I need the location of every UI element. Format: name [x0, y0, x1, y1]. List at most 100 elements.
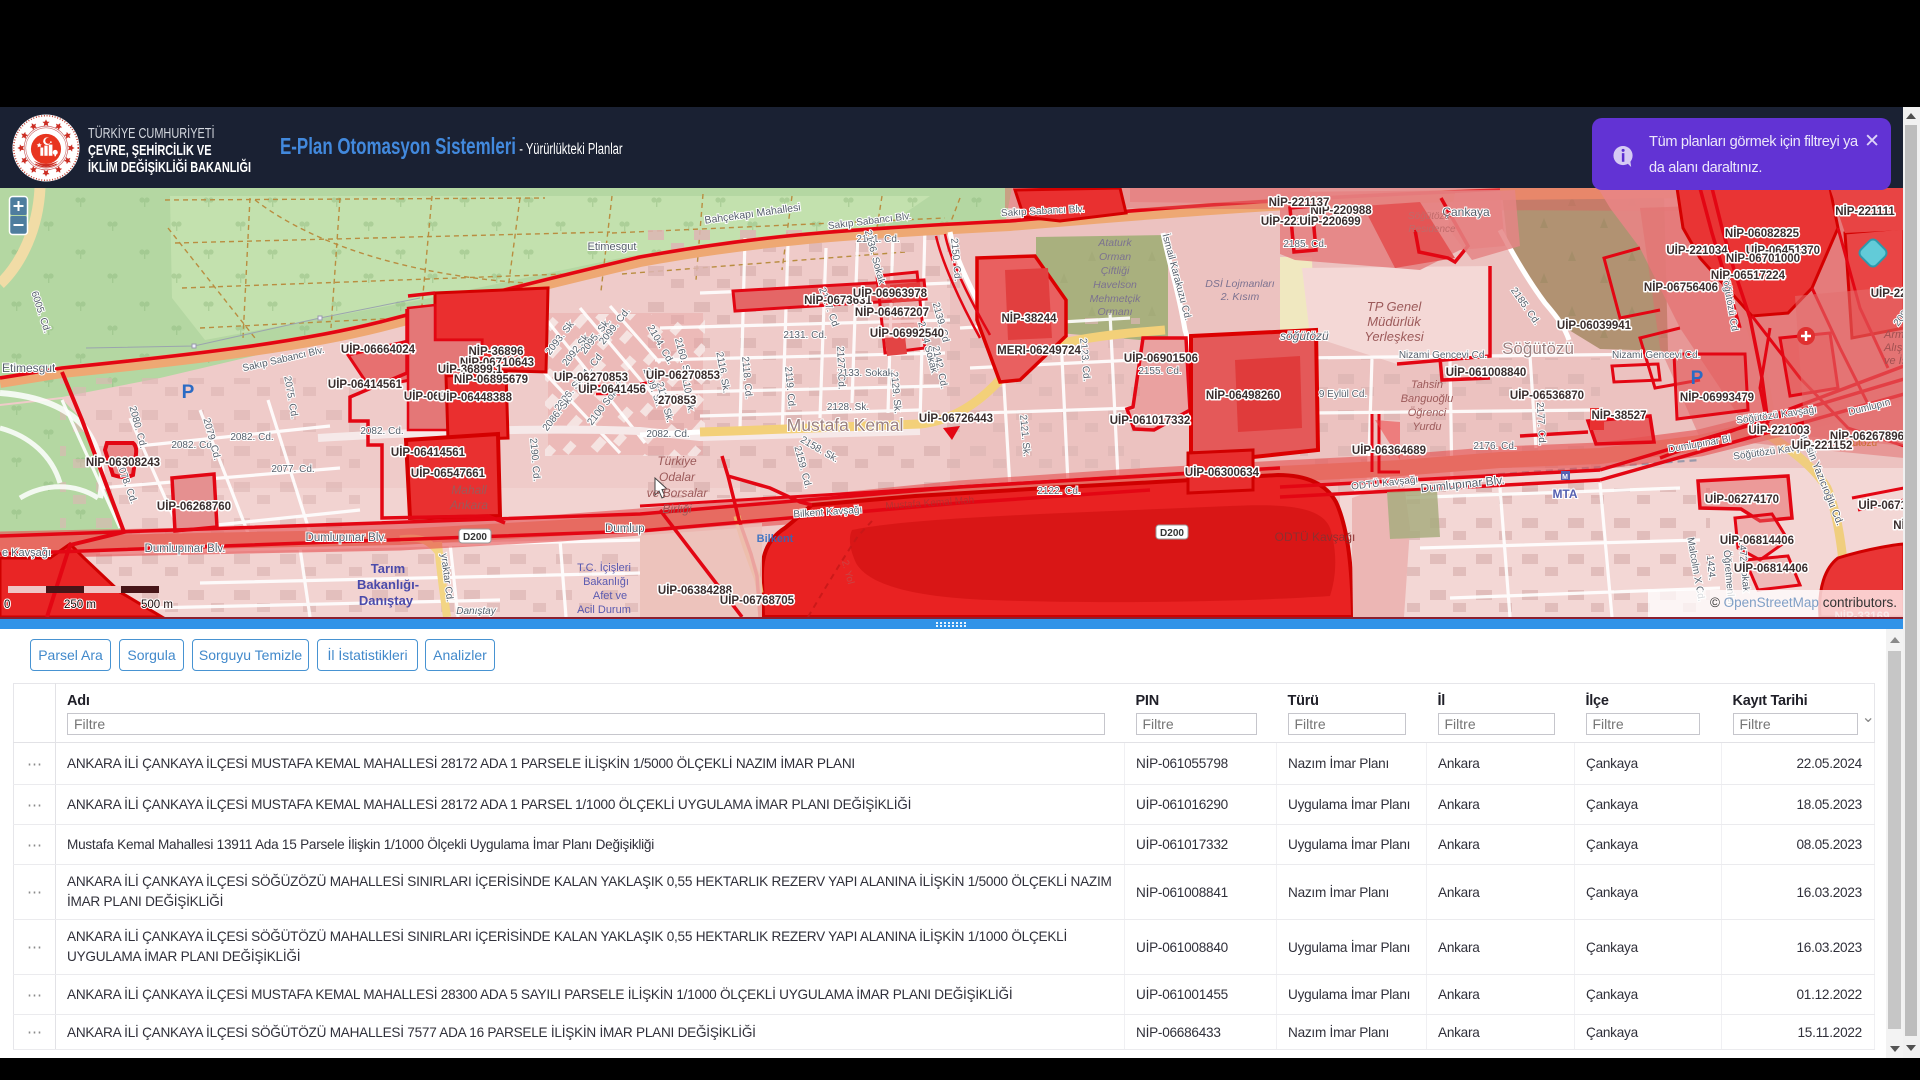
svg-text:UİP-221152: UİP-221152 — [1792, 439, 1853, 452]
svg-text:Bakanlığı: Bakanlığı — [583, 576, 629, 588]
svg-text:2131. Cd.: 2131. Cd. — [783, 330, 826, 341]
svg-text:NİP-221137: NİP-221137 — [1269, 196, 1330, 209]
svg-text:Yurdu: Yurdu — [1413, 421, 1442, 433]
svg-text:ve Borsalar: ve Borsalar — [647, 486, 709, 500]
svg-text:2122. Cd.: 2122. Cd. — [1037, 486, 1080, 497]
svg-text:UİP-06664024: UİP-06664024 — [341, 343, 416, 356]
svg-text:UİP-06448388: UİP-06448388 — [438, 391, 513, 404]
svg-text:9 Eylül Cd.: 9 Eylül Cd. — [1319, 389, 1367, 400]
svg-text:ve İş M: ve İş M — [1884, 355, 1904, 367]
svg-text:Bakanlığı-: Bakanlığı- — [357, 577, 419, 592]
svg-text:NİP-221111: NİP-221111 — [1835, 205, 1895, 218]
svg-text:2127. Cd.: 2127. Cd. — [834, 346, 847, 390]
svg-text:Ankara: Ankara — [449, 498, 488, 512]
svg-text:UİP-06726443: UİP-06726443 — [919, 412, 993, 425]
svg-text:Arma: Arma — [1883, 329, 1904, 341]
svg-text:Afet ve: Afet ve — [593, 590, 627, 602]
svg-text:M: M — [1562, 474, 1568, 481]
svg-text:Birliği: Birliği — [662, 502, 692, 516]
svg-text:2141. Cd.: 2141. Cd. — [856, 234, 899, 245]
svg-text:Ataturk: Ataturk — [1097, 237, 1132, 249]
svg-text:NİP-06756406: NİP-06756406 — [1644, 281, 1718, 294]
svg-text:UİP-06039941: UİP-06039941 — [1557, 319, 1632, 332]
svg-text:DSİ Lojmanları: DSİ Lojmanları — [1205, 278, 1275, 290]
svg-text:Çiftliği: Çiftliği — [1101, 265, 1130, 277]
svg-text:UİP-06270853: UİP-06270853 — [554, 371, 628, 384]
svg-text:250 m: 250 m — [64, 599, 96, 611]
svg-text:UİP-2206: UİP-2206 — [1871, 287, 1904, 300]
svg-text:UİP-067184: UİP-067184 — [1858, 499, 1904, 512]
svg-text:Danıştay: Danıştay — [359, 593, 414, 608]
svg-text:UİP-06768705: UİP-06768705 — [720, 594, 795, 607]
svg-text:UİP-06274170: UİP-06274170 — [1705, 493, 1779, 506]
svg-text:P: P — [182, 382, 195, 403]
svg-text:270853: 270853 — [658, 395, 696, 407]
svg-text:2176. Cd.: 2176. Cd. — [1473, 441, 1516, 452]
svg-text:UİP-06268760: UİP-06268760 — [157, 500, 231, 513]
svg-text:Tarım: Tarım — [371, 561, 405, 576]
svg-text:NİP-06701000: NİP-06701000 — [1726, 252, 1800, 265]
svg-text:Etimesgut: Etimesgut — [588, 241, 637, 253]
svg-text:UİP-06364689: UİP-06364689 — [1352, 444, 1426, 457]
svg-text:UİP-06414561: UİP-06414561 — [391, 446, 466, 459]
svg-text:Tahsin: Tahsin — [1411, 379, 1443, 391]
svg-text:e Kavşağı: e Kavşağı — [2, 547, 51, 559]
svg-text:UİP-06814406: UİP-06814406 — [1734, 562, 1808, 575]
svg-text:T.C. İçişleri: T.C. İçişleri — [577, 561, 631, 574]
svg-text:2185. Cd.: 2185. Cd. — [1283, 239, 1326, 250]
svg-text:NİP-06498260: NİP-06498260 — [1206, 389, 1280, 402]
svg-text:UİP-220699: UİP-220699 — [1299, 215, 1360, 228]
svg-text:Mehmetçik: Mehmetçik — [1090, 293, 1142, 305]
svg-text:2. Kısım: 2. Kısım — [1220, 291, 1260, 303]
svg-text:UİP-06814406: UİP-06814406 — [1720, 534, 1794, 547]
svg-text:NİP-06993479: NİP-06993479 — [1680, 391, 1754, 404]
svg-text:NİP-06082825: NİP-06082825 — [1725, 227, 1800, 240]
svg-text:Odalar: Odalar — [659, 470, 696, 484]
svg-text:D200: D200 — [1160, 528, 1184, 539]
svg-text:Dumlupınar Blv.: Dumlupınar Blv. — [306, 532, 387, 544]
svg-text:D200: D200 — [463, 532, 487, 543]
svg-text:MTA: MTA — [1552, 487, 1577, 501]
svg-text:söğütözü: söğütözü — [1280, 329, 1329, 343]
svg-text:UİP-221003: UİP-221003 — [1748, 424, 1809, 437]
svg-text:NİP-06308243: NİP-06308243 — [86, 456, 160, 469]
svg-text:2082. Cd.: 2082. Cd. — [230, 432, 273, 443]
svg-text:Nizami Gencevi Cd.: Nizami Gencevi Cd. — [1399, 350, 1487, 361]
svg-text:UİP-06992540: UİP-06992540 — [870, 327, 944, 340]
svg-text:NİP-38244: NİP-38244 — [1002, 312, 1058, 325]
svg-text:Öğrenci: Öğrenci — [1408, 407, 1447, 419]
svg-text:Nizami Gencevi Cd.: Nizami Gencevi Cd. — [1612, 350, 1700, 361]
svg-text:Mahall: Mahall — [451, 483, 487, 497]
svg-text:2128. Sk.: 2128. Sk. — [827, 402, 869, 413]
svg-text:Yerleşkesi: Yerleşkesi — [1364, 329, 1424, 344]
svg-text:0: 0 — [4, 599, 10, 611]
svg-text:NİP-06895679: NİP-06895679 — [454, 373, 528, 386]
svg-text:UİP-06547661: UİP-06547661 — [411, 467, 486, 480]
svg-text:Acil Durum: Acil Durum — [577, 604, 631, 616]
svg-text:Türkiye: Türkiye — [657, 454, 697, 468]
svg-text:Dumlup: Dumlup — [605, 523, 645, 535]
svg-text:Etimesgut: Etimesgut — [2, 361, 56, 375]
svg-text:TP Genel: TP Genel — [1367, 299, 1423, 314]
svg-text:UİP-061017332: UİP-061017332 — [1110, 414, 1191, 427]
svg-text:UİP-0641456: UİP-0641456 — [578, 383, 646, 396]
svg-text:Müdürlük: Müdürlük — [1367, 314, 1422, 329]
svg-text:MERI-06249724: MERI-06249724 — [997, 345, 1081, 357]
svg-text:UİP-06270853: UİP-06270853 — [646, 369, 720, 382]
svg-text:2155. Cd.: 2155. Cd. — [1138, 366, 1181, 377]
svg-text:Danıştay: Danıştay — [456, 606, 496, 617]
svg-text:Söğütözü: Söğütözü — [1502, 339, 1574, 358]
svg-text:500 m: 500 m — [141, 599, 173, 611]
svg-text:NİP-06517224: NİP-06517224 — [1711, 269, 1786, 282]
svg-text:UİP-06963978: UİP-06963978 — [853, 287, 928, 300]
svg-text:ODTÜ Kavşağı: ODTÜ Kavşağı — [1275, 530, 1356, 544]
svg-text:P: P — [1691, 368, 1704, 389]
svg-text:Dumlupınar Blv.: Dumlupınar Blv. — [145, 543, 226, 555]
svg-text:UİP-06300634: UİP-06300634 — [1185, 466, 1260, 479]
svg-text:Orman: Orman — [1099, 251, 1131, 263]
svg-text:NİP-38527: NİP-38527 — [1592, 409, 1647, 422]
svg-text:Havelson: Havelson — [1093, 279, 1137, 291]
svg-text:Banguoğlu: Banguoğlu — [1401, 393, 1454, 405]
svg-text:2177. Cd.: 2177. Cd. — [1534, 402, 1547, 446]
svg-text:NİP-06467207: NİP-06467207 — [855, 306, 929, 319]
